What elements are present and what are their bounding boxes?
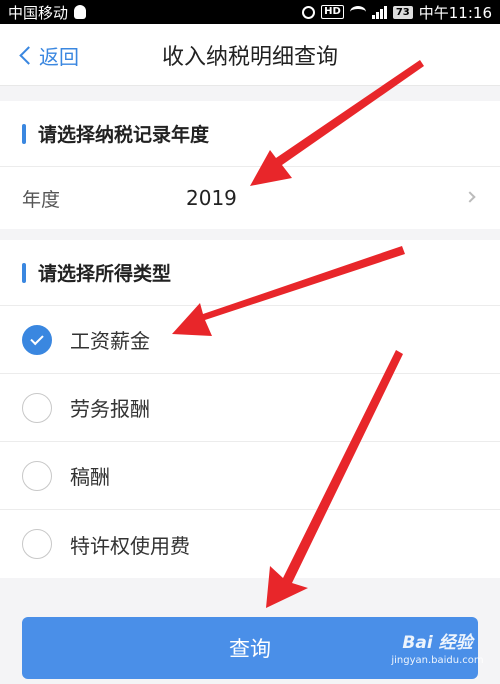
option-label: 劳务报酬 [70,397,150,421]
option-labor-remuneration[interactable]: 劳务报酬 [0,374,500,442]
chevron-left-icon [19,45,38,65]
hd-icon: HD [321,5,344,19]
option-royalty[interactable]: 特许权使用费 [0,510,500,578]
alarm-icon [302,5,316,19]
option-salary[interactable]: 工资薪金 [0,306,500,374]
year-section: 请选择纳税记录年度 年度 2019 [0,101,500,229]
option-author-remuneration[interactable]: 稿酬 [0,442,500,510]
section-accent-bar [22,123,26,144]
status-right: HD 73 中午11:16 [302,2,492,23]
section-accent-bar [22,262,26,283]
income-section-title: 请选择所得类型 [38,263,172,285]
year-selector-row[interactable]: 年度 2019 [0,167,500,229]
radio-unchecked-icon[interactable] [22,460,52,491]
income-option-list: 工资薪金 劳务报酬 稿酬 特许权使用费 [0,306,500,578]
year-value: 2019 [186,186,237,210]
page-title: 收入纳税明细查询 [161,44,338,70]
qq-notification-icon [74,5,87,19]
app-screen: 中国移动 HD 73 中午11:16 返回 收入纳税明细查询 请选择纳税记录年度… [0,0,500,684]
option-label: 稿酬 [70,465,110,489]
year-label: 年度 [22,188,61,211]
option-label: 特许权使用费 [70,533,190,558]
nav-bar: 返回 收入纳税明细查询 [0,24,500,86]
wifi-icon [349,6,366,18]
chevron-right-icon [464,191,476,203]
back-label: 返回 [39,44,79,69]
radio-checked-icon[interactable] [22,324,52,355]
signal-icon [371,5,387,19]
year-section-header: 请选择纳税记录年度 [0,101,500,167]
status-bar: 中国移动 HD 73 中午11:16 [0,0,500,24]
income-type-section: 请选择所得类型 工资薪金 劳务报酬 稿酬 特许权使用费 [0,240,500,578]
carrier-label: 中国移动 [8,3,69,22]
radio-unchecked-icon[interactable] [22,529,52,559]
query-button[interactable]: 查询 [22,617,478,679]
status-left: 中国移动 [8,2,87,23]
option-label: 工资薪金 [70,329,150,353]
back-button[interactable]: 返回 [18,24,79,86]
status-time: 中午11:16 [418,3,492,22]
income-section-header: 请选择所得类型 [0,240,500,306]
battery-icon: 73 [392,5,413,19]
radio-unchecked-icon[interactable] [22,392,52,423]
year-section-title: 请选择纳税记录年度 [38,124,210,146]
